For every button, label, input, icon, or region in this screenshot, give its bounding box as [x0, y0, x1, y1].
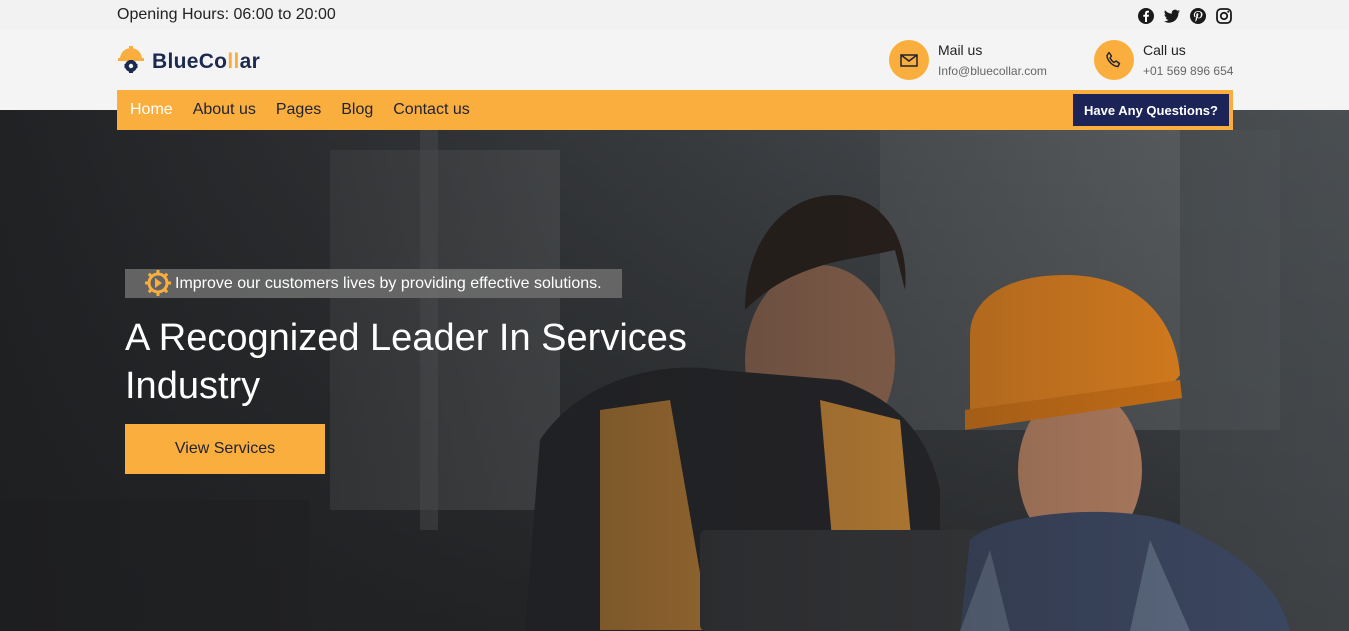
pinterest-icon[interactable] — [1189, 7, 1207, 25]
nav-item-pages[interactable]: Pages — [276, 101, 321, 119]
hero-headline: A Recognized Leader In Services Industry — [125, 317, 687, 407]
nav-item-contact-us[interactable]: Contact us — [393, 101, 469, 119]
nav-item-blog[interactable]: Blog — [341, 101, 373, 119]
mail-contact[interactable]: Mail us Info@bluecollar.com — [889, 40, 1047, 80]
call-label: Call us — [1143, 42, 1186, 58]
brand-name: BlueCollar — [152, 49, 261, 73]
view-services-button[interactable]: View Services — [125, 424, 325, 474]
have-questions-button[interactable]: Have Any Questions? — [1073, 94, 1229, 126]
call-contact[interactable]: Call us +01 569 896 654 — [1094, 40, 1233, 80]
hero-section: Improve our customers lives by providing… — [0, 110, 1349, 631]
tagline-text: Improve our customers lives by providing… — [175, 274, 602, 292]
social-links — [1137, 7, 1233, 25]
hero-tagline: Improve our customers lives by providing… — [125, 269, 622, 298]
nav-item-about-us[interactable]: About us — [193, 101, 256, 119]
instagram-icon[interactable] — [1215, 7, 1233, 25]
brand-logo[interactable]: BlueCollar — [116, 44, 260, 79]
mail-label: Mail us — [938, 42, 983, 58]
twitter-icon[interactable] — [1163, 7, 1181, 25]
mail-value[interactable]: Info@bluecollar.com — [938, 64, 1047, 78]
nav-item-home[interactable]: Home — [130, 101, 173, 119]
opening-hours: Opening Hours: 06:00 to 20:00 — [117, 6, 336, 23]
gear-helmet-icon — [116, 44, 146, 79]
main-navigation: Home About us Pages Blog Contact us Have… — [117, 90, 1233, 130]
top-bar: Opening Hours: 06:00 to 20:00 — [0, 0, 1349, 30]
call-value[interactable]: +01 569 896 654 — [1143, 64, 1233, 78]
phone-icon — [1094, 40, 1134, 80]
envelope-icon — [889, 40, 929, 80]
facebook-icon[interactable] — [1137, 7, 1155, 25]
gear-icon — [143, 265, 173, 303]
